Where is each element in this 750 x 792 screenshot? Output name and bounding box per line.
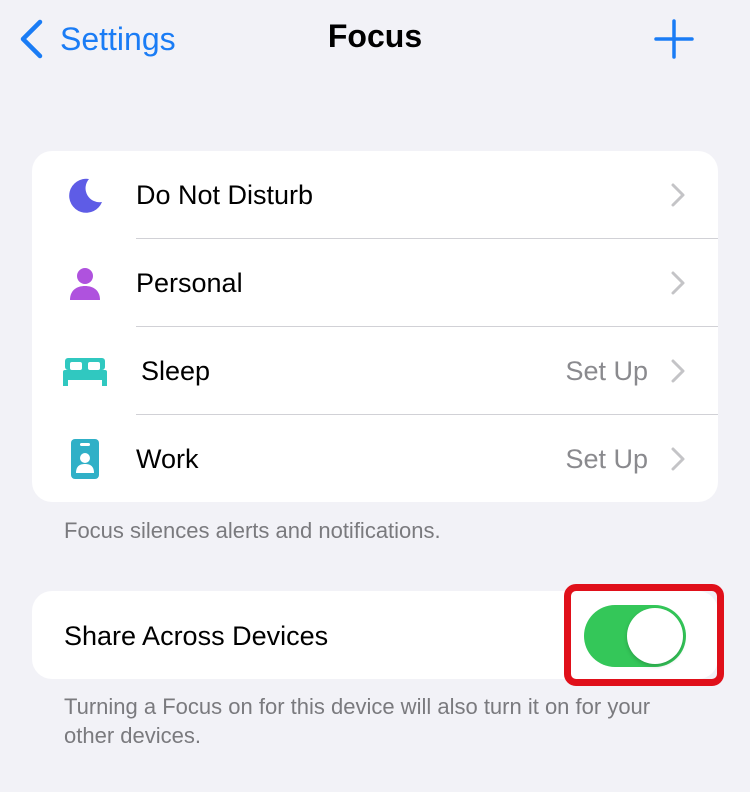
focus-footer-text: Focus silences alerts and notifications. bbox=[64, 518, 441, 543]
focus-modes-list: Do Not Disturb Personal Sleep Set Up Wor… bbox=[32, 151, 718, 502]
plus-icon bbox=[654, 19, 694, 59]
add-focus-button[interactable] bbox=[653, 18, 695, 60]
chevron-right-icon bbox=[671, 359, 685, 383]
focus-label: Sleep bbox=[141, 355, 211, 386]
share-label: Share Across Devices bbox=[64, 621, 329, 651]
bed-icon bbox=[62, 348, 108, 394]
id-badge-icon bbox=[62, 436, 108, 482]
focus-row-work[interactable]: Work Set Up bbox=[32, 415, 718, 503]
share-across-devices-row: Share Across Devices bbox=[32, 591, 718, 679]
focus-row-do-not-disturb[interactable]: Do Not Disturb bbox=[32, 151, 718, 239]
chevron-right-icon bbox=[671, 271, 685, 295]
focus-label: Work bbox=[136, 443, 199, 474]
focus-label: Personal bbox=[136, 267, 243, 298]
focus-row-personal[interactable]: Personal bbox=[32, 239, 718, 327]
share-across-devices-toggle[interactable] bbox=[584, 605, 686, 667]
navigation-bar: Settings Focus bbox=[0, 0, 750, 80]
focus-label: Do Not Disturb bbox=[136, 179, 314, 210]
chevron-right-icon bbox=[671, 447, 685, 471]
share-footer-text: Turning a Focus on for this device will … bbox=[64, 694, 651, 748]
toggle-knob bbox=[627, 608, 683, 664]
focus-value: Set Up bbox=[565, 355, 648, 386]
chevron-right-icon bbox=[671, 183, 685, 207]
page-title: Focus bbox=[327, 18, 423, 54]
focus-row-sleep[interactable]: Sleep Set Up bbox=[32, 327, 718, 415]
moon-icon bbox=[62, 172, 108, 218]
focus-value: Set Up bbox=[565, 443, 648, 474]
person-icon bbox=[62, 260, 108, 306]
